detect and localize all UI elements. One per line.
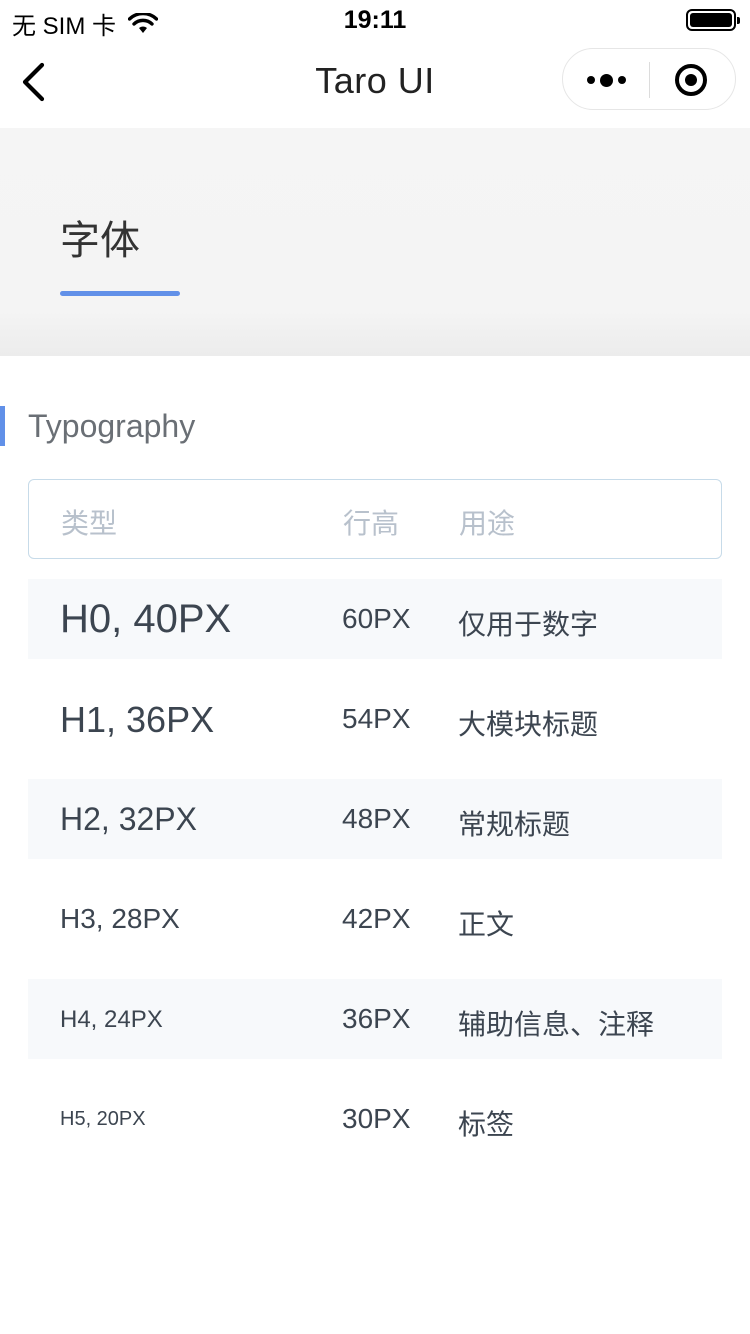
usage-cell: 标签 <box>458 1109 515 1140</box>
more-icon[interactable] <box>563 49 649 111</box>
table-row: H1, 36PX 54PX 大模块标题 <box>28 679 722 759</box>
type-cell: H3, 28PX <box>60 903 180 934</box>
table-row: H2, 32PX 48PX 常规标题 <box>28 779 722 859</box>
table-row: H3, 28PX 42PX 正文 <box>28 879 722 959</box>
header-usage: 用途 <box>459 508 516 539</box>
line-height-cell: 42PX <box>342 903 411 934</box>
type-cell: H4, 24PX <box>60 1006 163 1033</box>
page-header: 字体 <box>0 128 750 356</box>
capsule-divider <box>649 62 650 98</box>
section-title: Typography <box>28 408 196 444</box>
table-row: H0, 40PX 60PX 仅用于数字 <box>28 579 722 659</box>
type-cell: H0, 40PX <box>60 597 232 641</box>
title-underline <box>60 291 180 296</box>
table-row: H5, 20PX 30PX 标签 <box>28 1079 722 1159</box>
type-cell: H1, 36PX <box>60 699 215 740</box>
header-type: 类型 <box>61 508 118 539</box>
table-row: H4, 24PX 36PX 辅助信息、注释 <box>28 979 722 1059</box>
section-accent-bar <box>0 406 5 446</box>
line-height-cell: 36PX <box>342 1003 411 1034</box>
mini-program-capsule <box>562 48 736 110</box>
type-cell: H2, 32PX <box>60 801 197 837</box>
battery-icon <box>686 9 740 31</box>
table-header: 类型 行高 用途 <box>28 479 722 559</box>
line-height-cell: 48PX <box>342 803 411 834</box>
line-height-cell: 54PX <box>342 703 411 734</box>
navigation-bar: Taro UI <box>0 40 750 128</box>
status-bar: 无 SIM 卡 19:11 <box>0 0 750 40</box>
status-time: 19:11 <box>343 6 407 34</box>
usage-cell: 辅助信息、注释 <box>458 1009 655 1040</box>
type-cell: H5, 20PX <box>60 1108 146 1130</box>
usage-cell: 正文 <box>458 909 515 940</box>
line-height-cell: 30PX <box>342 1103 411 1134</box>
usage-cell: 大模块标题 <box>458 709 599 740</box>
usage-cell: 仅用于数字 <box>458 609 599 640</box>
usage-cell: 常规标题 <box>458 809 571 840</box>
close-target-icon[interactable] <box>675 64 707 96</box>
header-line-height: 行高 <box>343 508 400 539</box>
page-title: 字体 <box>60 219 140 263</box>
line-height-cell: 60PX <box>342 603 411 634</box>
